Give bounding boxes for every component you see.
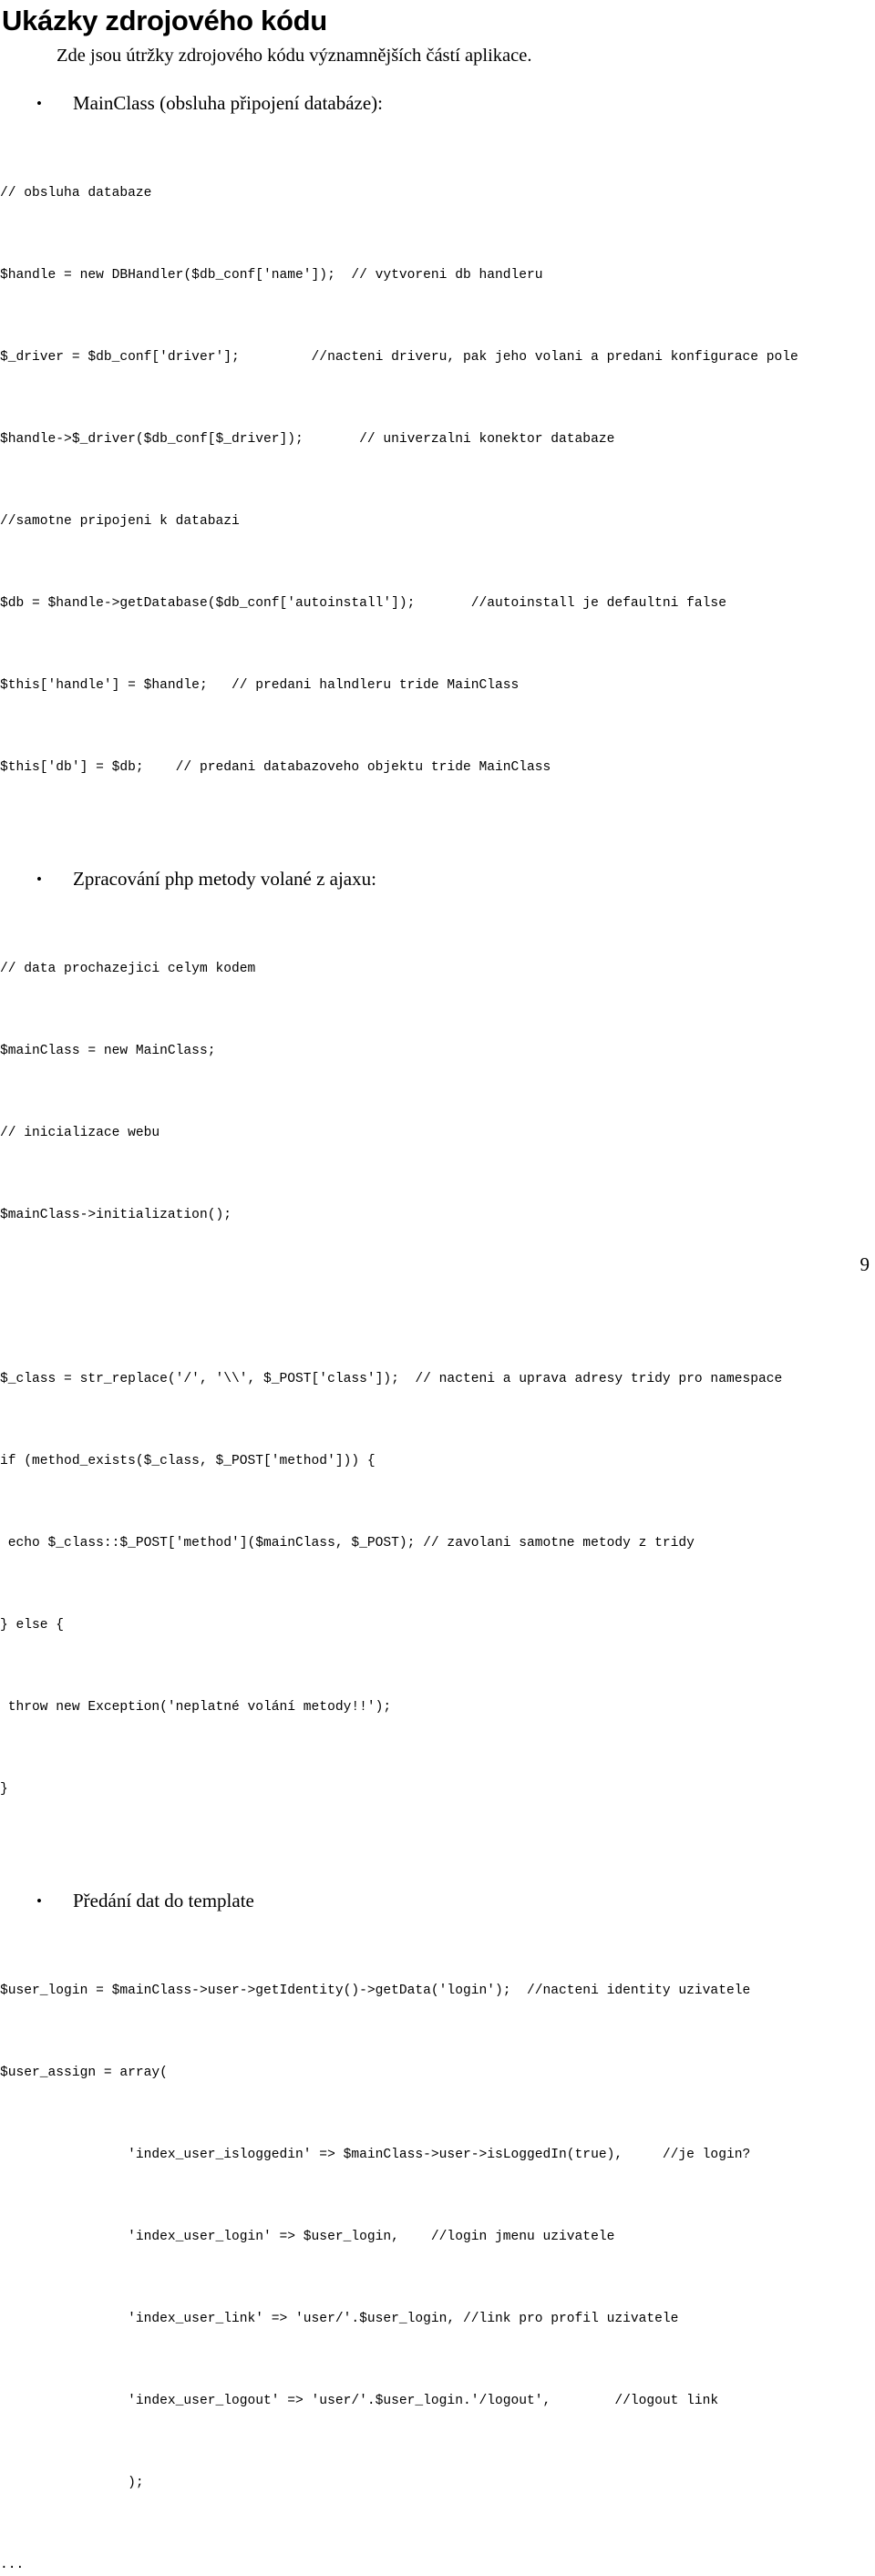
code-line: 'index_user_isloggedin' => $mainClass->u… [0, 2148, 751, 2162]
section-heading-ajax: • Zpracování php metody volané z ajaxu: [0, 867, 875, 891]
section-heading-template: • Předání dat do template [0, 1889, 875, 1913]
bullet-icon: • [36, 1892, 42, 1910]
section-heading-mainclass: • MainClass (obsluha připojení databáze)… [0, 91, 875, 116]
section-heading-label: Zpracování php metody volané z ajaxu: [73, 868, 376, 890]
code-line: $mainClass->initialization(); [0, 1208, 232, 1222]
page-subtitle: Zde jsou útržky zdrojového kódu významně… [57, 46, 532, 66]
code-line: $db = $handle->getDatabase($db_conf['aut… [0, 596, 726, 611]
page-number: 9 [860, 1253, 870, 1275]
code-line: } [0, 1782, 8, 1797]
section-heading-label: MainClass (obsluha připojení databáze): [73, 92, 383, 114]
section-heading-label: Předání dat do template [73, 1890, 254, 1911]
code-block-template: $user_login = $mainClass->user->getIdent… [0, 1922, 875, 2576]
code-line: $handle->$_driver($db_conf[$_driver]); /… [0, 432, 615, 447]
code-line: $this['handle'] = $handle; // predani ha… [0, 678, 520, 693]
code-line: $handle = new DBHandler($db_conf['name']… [0, 268, 543, 283]
code-block-mainclass: // obsluha databaze $handle = new DBHand… [0, 125, 875, 836]
code-line: 'index_user_link' => 'user/'.$user_login… [0, 2312, 679, 2326]
code-line: // obsluha databaze [0, 186, 152, 201]
code-line: echo $_class::$_POST['method']($mainClas… [0, 1536, 695, 1551]
code-line: $_class = str_replace('/', '\\', $_POST[… [0, 1372, 783, 1386]
code-line: if (method_exists($_class, $_POST['metho… [0, 1454, 376, 1468]
code-line: $user_login = $mainClass->user->getIdent… [0, 1984, 751, 1998]
code-line: } else { [0, 1618, 65, 1633]
page-title: Ukázky zdrojového kódu [2, 5, 327, 36]
slide-page: Ukázky zdrojového kódu Zde jsou útržky z… [0, 0, 875, 2572]
bullet-icon: • [36, 871, 42, 888]
code-line: ... [0, 2558, 25, 2572]
code-line: //samotne pripojeni k databazi [0, 514, 240, 529]
bullet-icon: • [36, 95, 42, 112]
code-line: $this['db'] = $db; // predani databazove… [0, 760, 551, 775]
code-line: ); [0, 2476, 144, 2490]
code-block-ajax: // data prochazejici celym kodem $mainCl… [0, 901, 875, 1858]
code-line: 'index_user_logout' => 'user/'.$user_log… [0, 2394, 719, 2408]
code-line: // inicializace webu [0, 1126, 160, 1140]
code-line: throw new Exception('neplatné volání met… [0, 1700, 392, 1715]
code-line: $user_assign = array( [0, 2066, 168, 2080]
code-line: $_driver = $db_conf['driver']; //nacteni… [0, 350, 798, 365]
code-line: // data prochazejici celym kodem [0, 962, 256, 976]
code-line: $mainClass = new MainClass; [0, 1044, 216, 1058]
code-line: 'index_user_login' => $user_login, //log… [0, 2230, 615, 2244]
